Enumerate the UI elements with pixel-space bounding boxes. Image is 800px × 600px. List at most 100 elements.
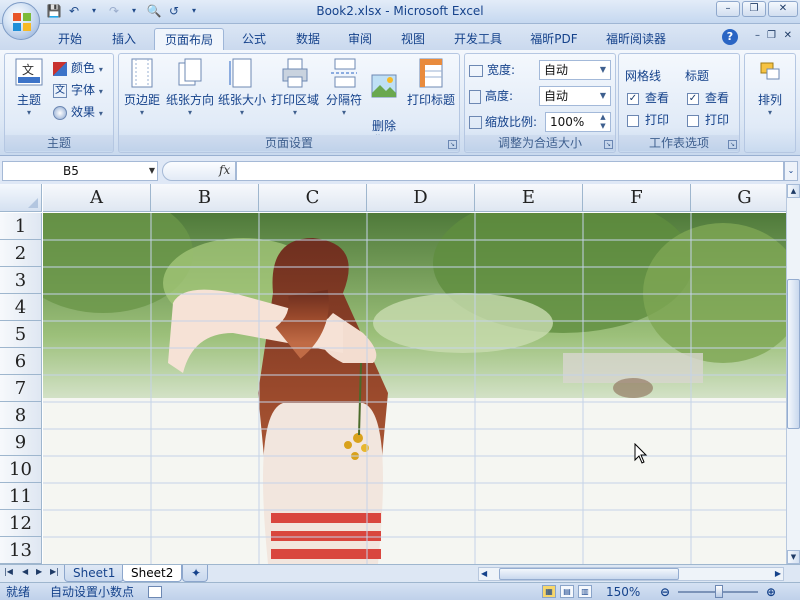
- ribbon-minimize-icon[interactable]: –: [755, 30, 760, 41]
- vertical-scroll-thumb[interactable]: [787, 279, 800, 429]
- last-sheet-icon[interactable]: ▶|: [50, 567, 59, 576]
- prev-sheet-icon[interactable]: ◀: [22, 567, 28, 576]
- row-header[interactable]: 11: [0, 483, 42, 510]
- arrange-button[interactable]: 排列 ▾: [751, 57, 789, 118]
- tab-data[interactable]: 数据: [288, 28, 328, 50]
- page-setup-launcher-icon[interactable]: ↘: [448, 140, 457, 149]
- tab-review[interactable]: 审阅: [340, 28, 380, 50]
- row-header[interactable]: 9: [0, 429, 42, 456]
- print-area-button[interactable]: 打印区域 ▾: [269, 57, 321, 118]
- restore-button[interactable]: ❐: [742, 1, 766, 17]
- colors-label: 颜色: [71, 61, 96, 75]
- column-header[interactable]: F: [583, 184, 691, 212]
- row-header[interactable]: 8: [0, 402, 42, 429]
- horizontal-scrollbar[interactable]: ◀ ▶: [478, 567, 784, 581]
- size-button[interactable]: 纸张大小 ▾: [217, 57, 267, 118]
- zoom-in-icon[interactable]: ⊕: [766, 584, 776, 600]
- scale-spin-icon[interactable]: ▲ ▼: [596, 113, 610, 131]
- tab-home[interactable]: 开始: [50, 28, 90, 50]
- margins-button[interactable]: 页边距 ▾: [121, 57, 163, 118]
- page-layout-view-icon[interactable]: ▤: [560, 585, 574, 598]
- headings-view-checkbox[interactable]: ✓ 查看: [687, 88, 729, 108]
- gridlines-view-checkbox[interactable]: ✓ 查看: [627, 88, 669, 108]
- expand-formula-bar-icon[interactable]: ⌄: [784, 161, 798, 181]
- themes-button[interactable]: 文 主题 ▾: [9, 57, 49, 118]
- row-header[interactable]: 1: [0, 213, 42, 240]
- tab-insert[interactable]: 插入: [104, 28, 144, 50]
- scroll-up-icon[interactable]: ▲: [787, 184, 800, 198]
- width-select[interactable]: 自动 ▼: [539, 60, 611, 80]
- page-break-view-icon[interactable]: ▥: [578, 585, 592, 598]
- fonts-button[interactable]: 文字体 ▾: [53, 80, 103, 100]
- tab-page-layout[interactable]: 页面布局: [154, 28, 224, 50]
- formula-input[interactable]: [236, 161, 784, 181]
- select-all-corner[interactable]: [0, 184, 42, 212]
- group-page-setup: 页边距 ▾ 纸张方向 ▾ 纸张大小 ▾ 打印区域 ▾ 分隔符 ▾ 删除 背景: [118, 53, 460, 153]
- column-header[interactable]: A: [43, 184, 151, 212]
- orientation-button[interactable]: 纸张方向 ▾: [165, 57, 215, 118]
- zoom-slider-knob[interactable]: [715, 585, 723, 598]
- breaks-button[interactable]: 分隔符 ▾: [323, 57, 365, 118]
- row-header[interactable]: 4: [0, 294, 42, 321]
- row-header[interactable]: 13: [0, 537, 42, 564]
- name-box[interactable]: B5 ▼: [2, 161, 158, 181]
- window-title: Book2.xlsx - Microsoft Excel: [316, 4, 484, 18]
- macro-record-icon[interactable]: [148, 586, 162, 598]
- row-header[interactable]: 6: [0, 348, 42, 375]
- scroll-right-icon[interactable]: ▶: [775, 568, 781, 580]
- insert-sheet-icon[interactable]: ✦: [182, 565, 208, 582]
- print-titles-button[interactable]: 打印标题: [405, 57, 457, 108]
- scale-icon: [469, 116, 482, 129]
- row-header[interactable]: 7: [0, 375, 42, 402]
- vertical-scrollbar[interactable]: ▲ ▼: [786, 184, 800, 564]
- tab-foxit-pdf[interactable]: 福昕PDF: [522, 28, 586, 50]
- horizontal-scroll-thumb[interactable]: [499, 568, 679, 580]
- width-dropdown-icon[interactable]: ▼: [596, 61, 610, 79]
- minimize-button[interactable]: –: [716, 1, 740, 17]
- first-sheet-icon[interactable]: |◀: [4, 567, 13, 576]
- tab-formulas[interactable]: 公式: [234, 28, 274, 50]
- sheet-options-launcher-icon[interactable]: ↘: [728, 140, 737, 149]
- ribbon-restore-icon[interactable]: ❐: [767, 30, 776, 41]
- colors-button[interactable]: 颜色 ▾: [53, 58, 103, 78]
- tab-foxit-reader[interactable]: 福昕阅读器: [598, 28, 674, 50]
- next-sheet-icon[interactable]: ▶: [36, 567, 42, 576]
- column-header[interactable]: C: [259, 184, 367, 212]
- sheet-tab-sheet2[interactable]: Sheet2: [122, 565, 183, 582]
- print-titles-label: 打印标题: [406, 93, 455, 107]
- gridlines-print-checkbox[interactable]: 打印: [627, 110, 669, 130]
- column-header[interactable]: B: [151, 184, 259, 212]
- column-header[interactable]: E: [475, 184, 583, 212]
- row-header[interactable]: 12: [0, 510, 42, 537]
- status-ready: 就绪: [6, 585, 31, 599]
- scale-launcher-icon[interactable]: ↘: [604, 140, 613, 149]
- zoom-level[interactable]: 150%: [606, 584, 640, 600]
- effects-label: 效果: [71, 105, 96, 119]
- office-button[interactable]: [2, 2, 40, 40]
- height-select[interactable]: 自动 ▼: [539, 86, 611, 106]
- ribbon-close-icon[interactable]: ✕: [784, 30, 792, 41]
- scroll-left-icon[interactable]: ◀: [481, 568, 487, 580]
- column-header[interactable]: D: [367, 184, 475, 212]
- name-box-dropdown-icon[interactable]: ▼: [149, 162, 155, 180]
- column-header[interactable]: G: [691, 184, 786, 212]
- close-button[interactable]: ✕: [768, 1, 798, 17]
- arrange-label: 排列: [757, 93, 782, 107]
- effects-button[interactable]: 效果 ▾: [53, 102, 103, 122]
- row-header[interactable]: 10: [0, 456, 42, 483]
- scroll-down-icon[interactable]: ▼: [787, 550, 800, 564]
- tab-view[interactable]: 视图: [393, 28, 433, 50]
- cell-area[interactable]: [43, 213, 786, 564]
- row-header[interactable]: 2: [0, 240, 42, 267]
- headings-print-checkbox[interactable]: 打印: [687, 110, 729, 130]
- sheet-tab-sheet1[interactable]: Sheet1: [64, 565, 125, 582]
- scale-spinner[interactable]: 100% ▲ ▼: [545, 112, 611, 132]
- tab-developer[interactable]: 开发工具: [446, 28, 510, 50]
- height-dropdown-icon[interactable]: ▼: [596, 87, 610, 105]
- row-header[interactable]: 3: [0, 267, 42, 294]
- help-icon[interactable]: ?: [722, 29, 738, 45]
- normal-view-icon[interactable]: ▦: [542, 585, 556, 598]
- insert-function-icon[interactable]: fx: [219, 163, 230, 177]
- zoom-out-icon[interactable]: ⊖: [660, 584, 670, 600]
- row-header[interactable]: 5: [0, 321, 42, 348]
